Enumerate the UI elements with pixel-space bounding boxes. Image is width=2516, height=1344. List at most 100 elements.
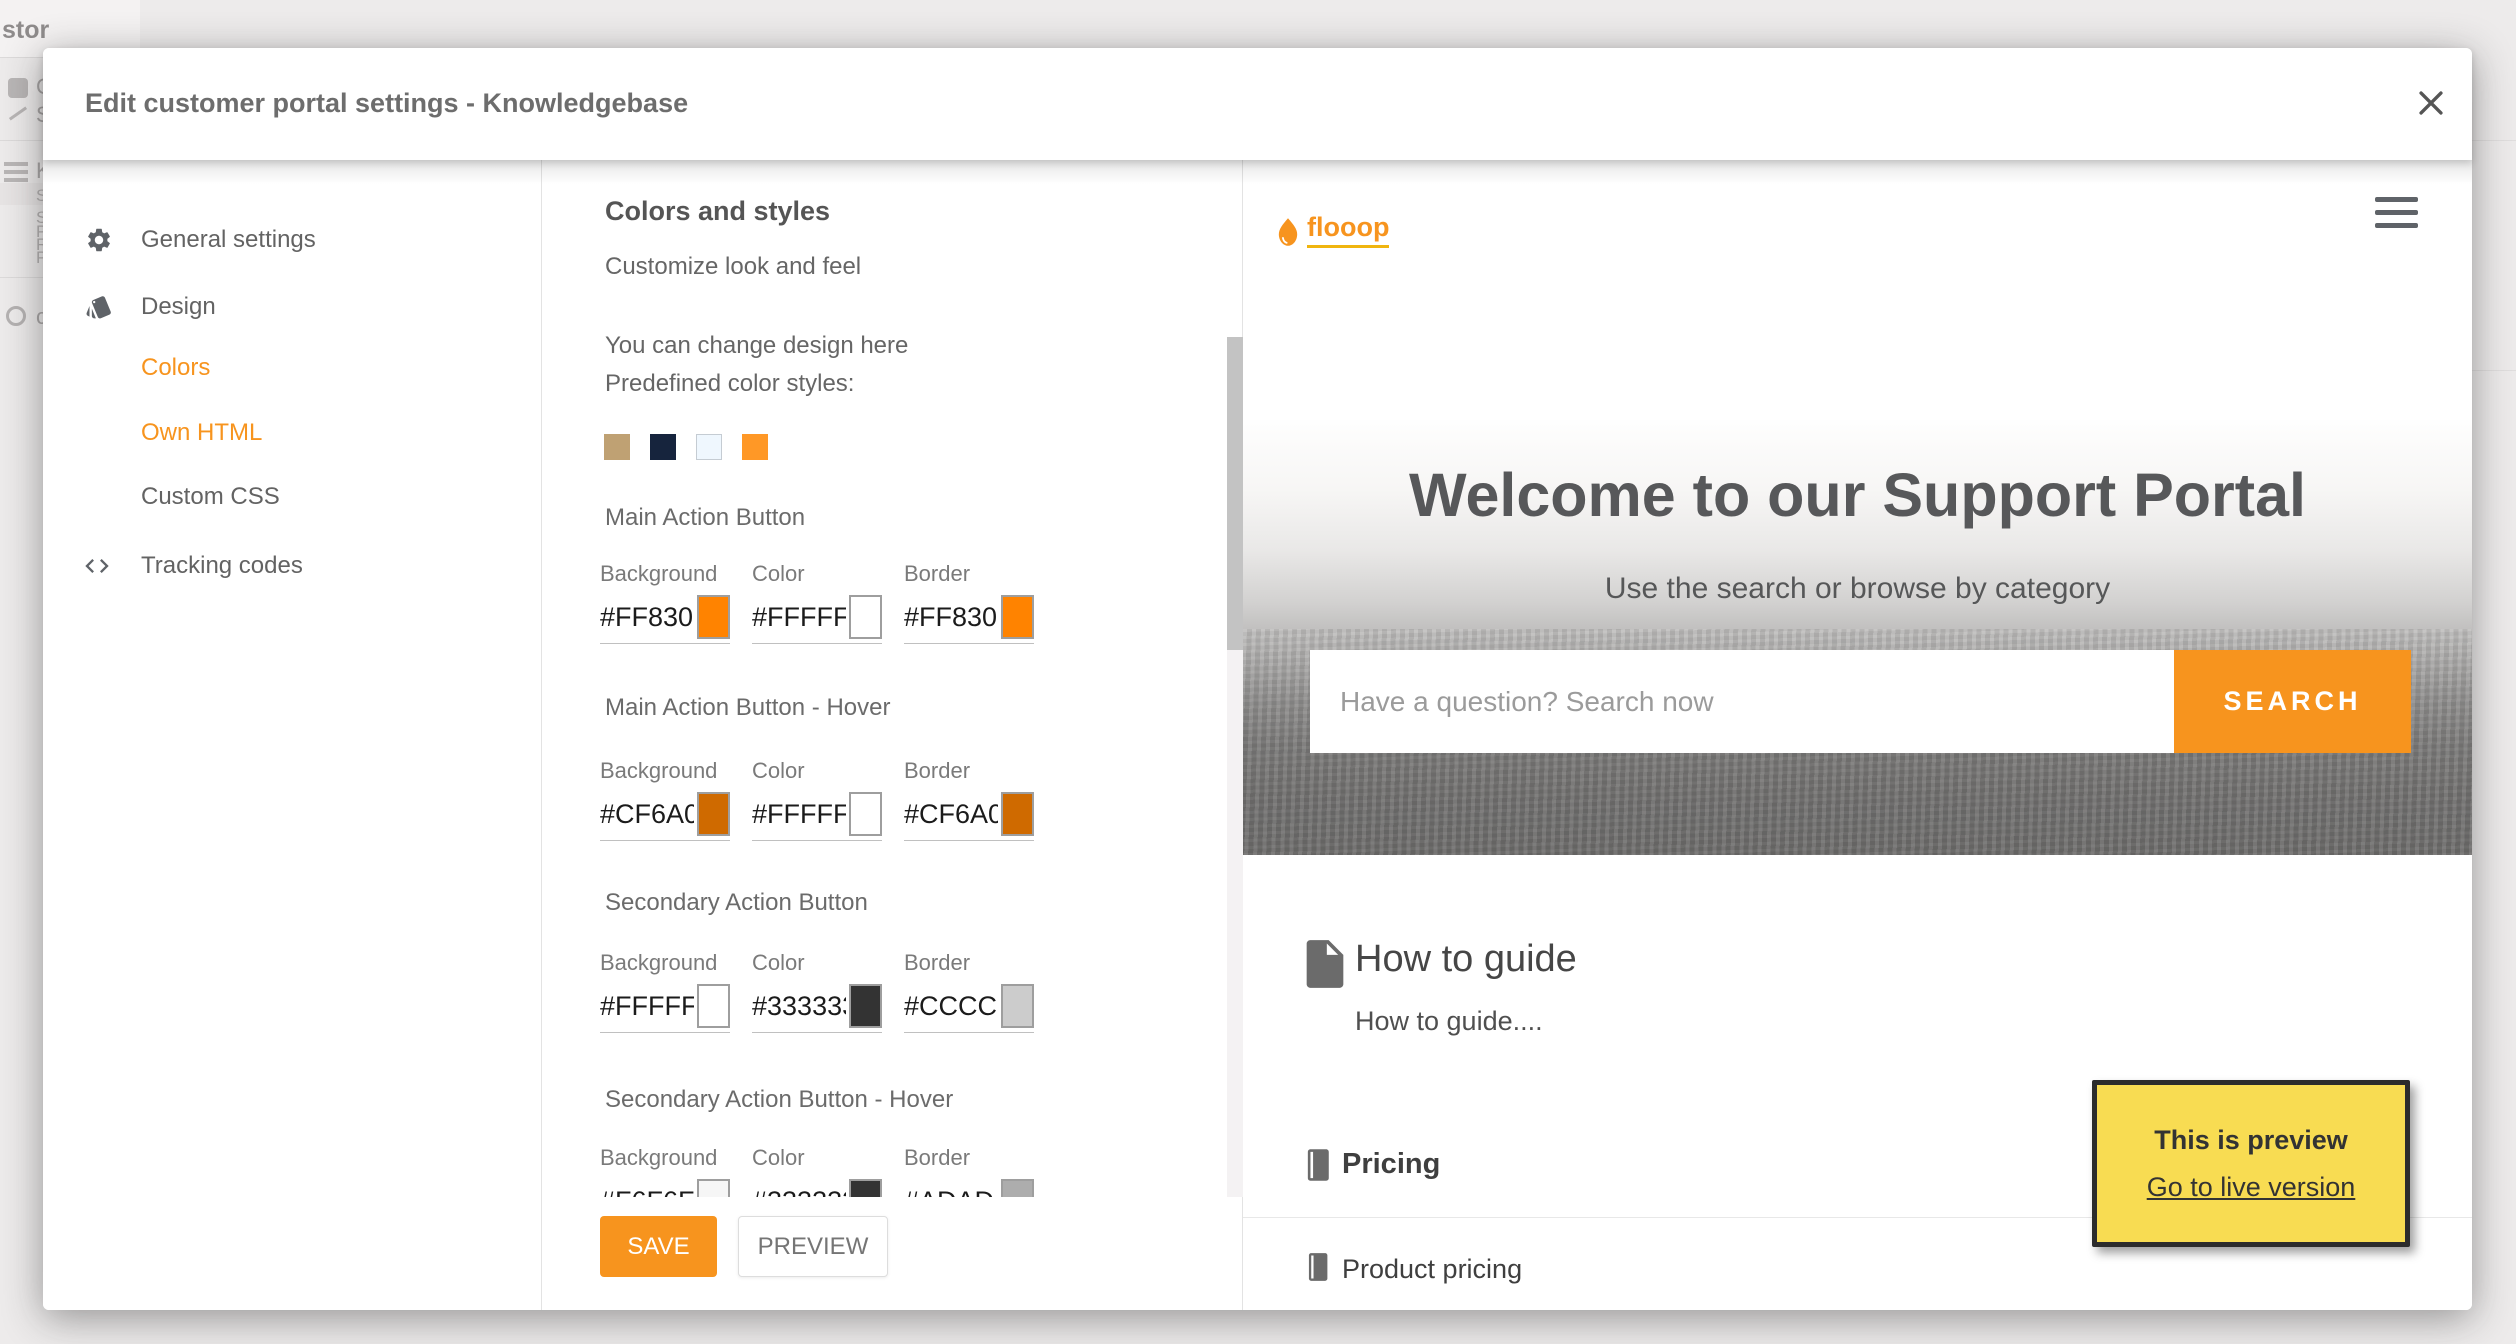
- section-label: Secondary Action Button - Hover: [605, 1086, 954, 1113]
- color-swatch[interactable]: [849, 792, 882, 836]
- field-label: Border: [904, 561, 971, 586]
- color-field-row: Background #CF6A00 Color #FFFFFF Border: [600, 758, 1034, 841]
- field-label: Background: [600, 1145, 718, 1170]
- divider: [2472, 140, 2516, 141]
- close-icon[interactable]: [2414, 86, 2448, 120]
- color-input[interactable]: #FFFFFF: [752, 595, 882, 644]
- portal-logo[interactable]: flooop: [1277, 212, 1390, 248]
- color-swatch[interactable]: [697, 792, 730, 836]
- predefined-style-swatch[interactable]: [696, 434, 722, 460]
- color-field-background: Background #FFFFFF: [600, 950, 730, 1033]
- color-field-color: Color #FFFFFF: [752, 758, 882, 841]
- scrollbar-thumb[interactable]: [1227, 337, 1243, 650]
- document-icon: [1306, 940, 1344, 988]
- preview-button[interactable]: PREVIEW: [738, 1216, 888, 1277]
- sidebar-item-label: General settings: [141, 226, 316, 253]
- search-input[interactable]: [1310, 650, 2174, 753]
- field-label: Background: [600, 950, 718, 975]
- field-label: Border: [904, 950, 971, 975]
- hex-value[interactable]: #FFFFFF: [752, 799, 846, 830]
- sidebar-item-own-html[interactable]: Own HTML: [43, 415, 541, 451]
- sidebar-item-label: Tracking codes: [141, 552, 303, 579]
- sidebar-item-label: Custom CSS: [141, 483, 280, 510]
- predefined-style-swatch[interactable]: [604, 434, 630, 460]
- field-label: Color: [752, 561, 805, 586]
- go-to-live-version-link[interactable]: Go to live version: [2147, 1172, 2356, 1203]
- color-swatch[interactable]: [1001, 792, 1034, 836]
- hex-value[interactable]: #FF8300: [904, 602, 998, 633]
- book-icon: [1308, 1253, 1328, 1281]
- hex-value[interactable]: #CF6A00: [600, 799, 694, 830]
- field-label: Border: [904, 758, 971, 783]
- color-field-color: Color #FFFFFF: [752, 561, 882, 644]
- preview-mode-badge: This is preview Go to live version: [2092, 1080, 2410, 1247]
- color-input[interactable]: #CF6A00: [904, 792, 1034, 841]
- book-icon: [1307, 1149, 1329, 1181]
- hamburger-menu-icon[interactable]: [2375, 197, 2418, 236]
- field-label: Color: [752, 1145, 805, 1170]
- settings-nav: General settings Design Colors Own HTML …: [43, 160, 542, 1310]
- color-field-border: Border #CF6A00: [904, 758, 1034, 841]
- sidebar-item-label: Design: [141, 293, 216, 320]
- background-nav-icon: [8, 78, 28, 98]
- hex-value[interactable]: #FFFFFF: [600, 991, 694, 1022]
- predefined-style-swatch[interactable]: [742, 434, 768, 460]
- sidebar-item-tracking-codes[interactable]: Tracking codes: [43, 548, 541, 584]
- preview-badge-text: This is preview: [2154, 1124, 2348, 1155]
- color-field-row: Background #FFFFFF Color #333333 Border: [600, 950, 1034, 1033]
- color-input[interactable]: #CF6A00: [600, 792, 730, 841]
- color-input[interactable]: #CCCCCC: [904, 984, 1034, 1033]
- background-nav-icon: [6, 306, 26, 326]
- field-label: Border: [904, 1145, 971, 1170]
- background-nav-icon: [8, 106, 28, 121]
- sidebar-item-design[interactable]: Design: [43, 289, 541, 325]
- hex-value[interactable]: #333333: [752, 991, 846, 1022]
- color-field-row: Background #FF8300 Color #FFFFFF Border: [600, 561, 1034, 644]
- article-title[interactable]: How to guide: [1355, 938, 1577, 981]
- colors-and-styles-panel: Colors and styles Customize look and fee…: [542, 160, 1243, 1310]
- sidebar-item-custom-css[interactable]: Custom CSS: [43, 479, 541, 515]
- color-swatch[interactable]: [849, 595, 882, 639]
- color-swatch[interactable]: [697, 984, 730, 1028]
- predefined-style-swatch[interactable]: [650, 434, 676, 460]
- hero-title: Welcome to our Support Portal: [1409, 461, 2306, 529]
- section-label: Main Action Button - Hover: [605, 694, 891, 721]
- sidebar-item-general-settings[interactable]: General settings: [43, 222, 541, 258]
- category-title[interactable]: Pricing: [1342, 1148, 1440, 1181]
- search-button[interactable]: SEARCH: [2174, 650, 2411, 753]
- field-label: Background: [600, 758, 718, 783]
- edit-portal-settings-dialog: Edit customer portal settings - Knowledg…: [43, 48, 2472, 1310]
- subcategory-title[interactable]: Product pricing: [1342, 1254, 1522, 1285]
- sidebar-item-colors[interactable]: Colors: [43, 350, 541, 386]
- color-input[interactable]: #FFFFFF: [600, 984, 730, 1033]
- color-input[interactable]: #FF8300: [904, 595, 1034, 644]
- dialog-header: Edit customer portal settings - Knowledg…: [43, 48, 2472, 160]
- color-input[interactable]: #FFFFFF: [752, 792, 882, 841]
- droplet-icon: [1278, 218, 1298, 246]
- sidebar-item-label: Colors: [141, 354, 211, 381]
- color-swatch[interactable]: [1001, 595, 1034, 639]
- color-field-border: Border #CCCCCC: [904, 950, 1034, 1033]
- panel-title: Colors and styles: [605, 196, 831, 226]
- panel-hint: Predefined color styles:: [605, 370, 855, 397]
- hex-value[interactable]: #FF8300: [600, 602, 694, 633]
- code-icon: [83, 552, 111, 580]
- save-button[interactable]: SAVE: [600, 1216, 717, 1277]
- sidebar-item-label: Own HTML: [141, 419, 263, 446]
- scrollbar-track[interactable]: [1227, 337, 1243, 1197]
- color-swatch[interactable]: [697, 595, 730, 639]
- color-swatch[interactable]: [1001, 984, 1034, 1028]
- field-label: Color: [752, 758, 805, 783]
- hex-value[interactable]: #FFFFFF: [752, 602, 846, 633]
- color-field-background: Background #CF6A00: [600, 758, 730, 841]
- color-input[interactable]: #333333: [752, 984, 882, 1033]
- field-label: Color: [752, 950, 805, 975]
- divider: [2472, 370, 2516, 371]
- color-input[interactable]: #FF8300: [600, 595, 730, 644]
- article-description: How to guide....: [1355, 1006, 1543, 1036]
- color-swatch[interactable]: [849, 984, 882, 1028]
- hex-value[interactable]: #CF6A00: [904, 799, 998, 830]
- dialog-body: General settings Design Colors Own HTML …: [43, 160, 2472, 1310]
- divider: [0, 140, 43, 141]
- hex-value[interactable]: #CCCCCC: [904, 991, 998, 1022]
